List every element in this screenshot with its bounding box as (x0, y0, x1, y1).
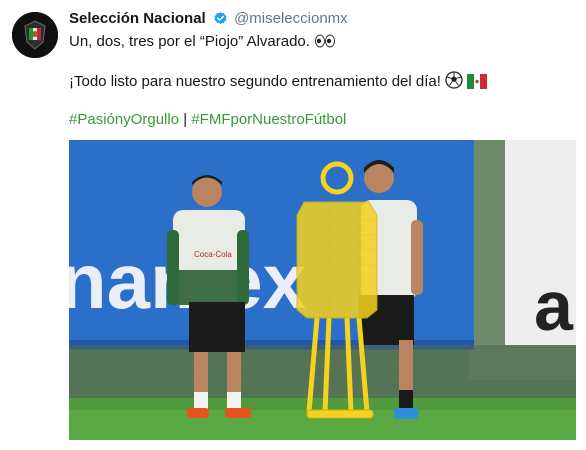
tweet-text: ¡Todo listo para nuestro segundo entrena… (69, 73, 441, 90)
hashtag-link[interactable]: #FMFporNuestroFútbol (191, 111, 346, 128)
hashtag-separator: | (183, 111, 188, 128)
avatar[interactable] (12, 12, 58, 58)
svg-text:a: a (534, 267, 574, 345)
tweet-header: Selección Nacional @miseleccionmx (69, 10, 348, 30)
verified-badge-icon (213, 11, 228, 30)
tweet-photo[interactable]: namex a (69, 140, 576, 440)
mexico-flag-icon (467, 74, 488, 93)
eyes-emoji-icon (314, 33, 336, 53)
tweet-text-line-1: Un, dos, tres por el “Piojo” Alvarado. (69, 33, 336, 53)
soccer-ball-icon (445, 71, 463, 93)
author-name[interactable]: Selección Nacional (69, 10, 206, 27)
hashtag-line: #PasiónyOrgullo | #FMFporNuestroFútbol (69, 111, 346, 128)
author-handle[interactable]: @miseleccionmx (234, 10, 348, 27)
tweet-card: Selección Nacional @miseleccionmx Un, do… (0, 0, 586, 450)
hashtag-link[interactable]: #PasiónyOrgullo (69, 111, 179, 128)
mexico-crest-icon (12, 12, 58, 58)
tweet-text: Un, dos, tres por el “Piojo” Alvarado. (69, 33, 310, 50)
training-photo: namex a (69, 140, 576, 440)
tweet-text-line-2: ¡Todo listo para nuestro segundo entrena… (69, 71, 488, 93)
shirt-sponsor-text: Coca-Cola (194, 250, 232, 259)
